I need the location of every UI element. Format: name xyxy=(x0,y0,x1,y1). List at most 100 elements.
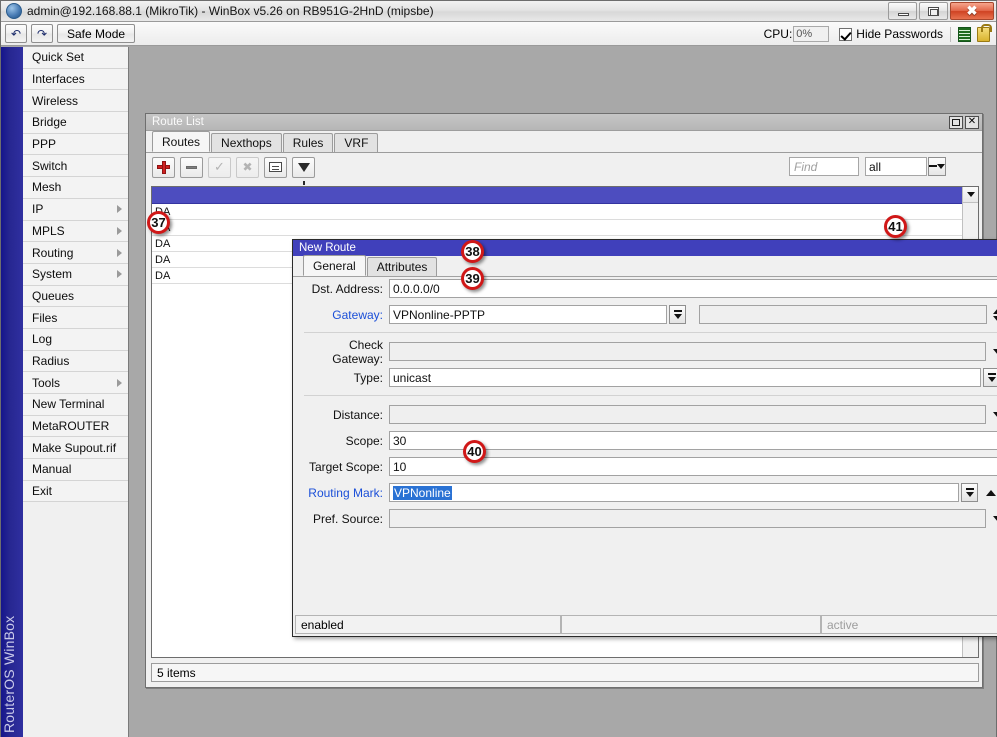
tab-rules[interactable]: Rules xyxy=(282,133,334,152)
label-gateway: Gateway: xyxy=(332,307,383,322)
type-input[interactable]: unicast xyxy=(389,368,981,387)
sidebar-item-ip[interactable]: IP xyxy=(23,198,128,221)
route-list-close-button[interactable]: ✕ xyxy=(965,115,979,129)
form-row: Check Gateway: xyxy=(294,338,997,366)
new-route-title: New Route xyxy=(299,242,356,254)
lock-icon[interactable] xyxy=(977,23,992,42)
sidebar-item-ppp[interactable]: PPP xyxy=(23,133,128,156)
gateway-input[interactable]: VPNonline-PPTP xyxy=(389,305,667,324)
chevron-down-icon[interactable] xyxy=(993,348,997,355)
table-row[interactable]: DA xyxy=(152,204,978,220)
sidebar-item-interfaces[interactable]: Interfaces xyxy=(23,68,128,91)
hide-passwords-checkbox[interactable] xyxy=(839,27,853,41)
annotation-badge-37: 37 xyxy=(147,211,170,234)
undo-button[interactable]: ↶ xyxy=(5,24,27,43)
chevron-down-icon[interactable] xyxy=(993,515,997,522)
sidebar-item-mesh[interactable]: Mesh xyxy=(23,177,128,199)
memory-icon[interactable] xyxy=(958,26,971,42)
annotation-badge-41: 41 xyxy=(884,215,907,238)
route-list-window-controls: ✕ xyxy=(949,115,982,129)
sidebar-item-label: Routing xyxy=(32,245,74,260)
minimize-button[interactable] xyxy=(888,2,917,20)
sidebar-item-label: MetaROUTER xyxy=(32,419,110,434)
filter-button[interactable] xyxy=(292,156,315,185)
add-route-button[interactable] xyxy=(152,156,175,178)
find-input[interactable]: Find xyxy=(789,157,859,176)
tab-label: VRF xyxy=(344,136,369,150)
toolbar-divider xyxy=(950,26,951,42)
comment-route-button[interactable] xyxy=(264,156,287,178)
redo-button[interactable]: ↷ xyxy=(31,24,53,43)
maximize-button[interactable] xyxy=(919,2,948,20)
remove-route-button[interactable] xyxy=(180,156,203,178)
pref-source-input[interactable] xyxy=(389,509,986,528)
chevron-down-icon[interactable] xyxy=(993,411,997,418)
app-logo-icon xyxy=(6,3,22,19)
field-value: 30 xyxy=(393,433,407,448)
new-route-titlebar: New Route ✕ xyxy=(293,240,997,256)
sidebar-item-system[interactable]: System xyxy=(23,263,128,286)
check-gateway-input[interactable] xyxy=(389,342,986,361)
sidebar-item-bridge[interactable]: Bridge xyxy=(23,112,128,134)
gateway-dropdown-button[interactable] xyxy=(669,305,686,324)
distance-input[interactable] xyxy=(389,405,986,424)
table-row[interactable]: DA xyxy=(152,220,978,236)
sidebar-menu: Quick Set Interfaces Wireless Bridge PPP Swit… xyxy=(23,47,128,503)
tab-label: Nexthops xyxy=(221,136,272,150)
remove-icon xyxy=(186,165,197,169)
type-dropdown-button[interactable] xyxy=(983,368,997,387)
sidebar-item-quick-set[interactable]: Quick Set xyxy=(23,47,128,69)
chevron-down-icon xyxy=(937,164,945,169)
sidebar-item-files[interactable]: Files xyxy=(23,307,128,329)
label-type: Type: xyxy=(353,370,383,385)
sidebar-item-new-terminal[interactable]: New Terminal xyxy=(23,394,128,416)
tab-routes[interactable]: Routes xyxy=(152,131,211,152)
field-value: 10 xyxy=(393,459,407,474)
sidebar-item-routing[interactable]: Routing xyxy=(23,242,128,264)
sidebar-item-wireless[interactable]: Wireless xyxy=(23,90,128,113)
sidebar-item-mpls[interactable]: MPLS xyxy=(23,220,128,243)
close-button[interactable]: ✖ xyxy=(950,2,994,20)
sidebar-item-metarouter[interactable]: MetaROUTER xyxy=(23,415,128,438)
annotation-badge-38: 38 xyxy=(461,240,484,263)
tab-label: Routes xyxy=(162,134,201,149)
enable-route-button[interactable]: ✓ xyxy=(208,156,231,178)
chevron-up-icon[interactable] xyxy=(986,489,996,496)
tab-general[interactable]: General xyxy=(303,255,366,276)
route-flags-cell: DA xyxy=(155,269,171,282)
sidebar-item-exit[interactable]: Exit xyxy=(23,480,128,503)
sidebar-item-queues[interactable]: Queues xyxy=(23,285,128,308)
tab-nexthops[interactable]: Nexthops xyxy=(211,133,282,152)
selected-text: VPNonline xyxy=(393,485,452,500)
form-row: Dst. Address: 0.0.0.0/0 xyxy=(294,278,997,299)
chevron-down-icon xyxy=(966,192,975,197)
form-row: Gateway: VPNonline-PPTP xyxy=(294,304,997,325)
sidebar-item-radius[interactable]: Radius xyxy=(23,350,128,373)
label-check-gateway: Check Gateway: xyxy=(332,337,383,366)
filter-select-dropdown-button[interactable] xyxy=(928,157,946,176)
safe-mode-button[interactable]: Safe Mode xyxy=(57,24,136,43)
tab-attributes[interactable]: Attributes xyxy=(366,257,438,276)
sidebar-item-switch[interactable]: Switch xyxy=(23,155,128,178)
tab-label: Rules xyxy=(292,136,324,150)
sidebar-item-label: Tools xyxy=(32,375,61,390)
filter-select-value[interactable]: all xyxy=(865,157,927,176)
field-value: 0.0.0.0/0 xyxy=(393,281,440,296)
sidebar-item-make-supout-rif[interactable]: Make Supout.rif xyxy=(23,437,128,460)
routing-mark-dropdown-button[interactable] xyxy=(961,483,978,502)
gateway-interface-input[interactable] xyxy=(699,305,987,324)
route-list-maximize-button[interactable] xyxy=(949,115,963,129)
gateway-spinner[interactable] xyxy=(993,307,997,322)
disable-route-button[interactable]: ✖ xyxy=(236,156,259,178)
routing-mark-input[interactable]: VPNonline xyxy=(389,483,959,502)
sidebar-item-log[interactable]: Log xyxy=(23,328,128,351)
label-routing-mark: Routing Mark: xyxy=(308,485,383,500)
sidebar-item-manual[interactable]: Manual xyxy=(23,459,128,481)
route-list-item-count: 5 items xyxy=(157,665,196,680)
hide-passwords-label: Hide Passwords xyxy=(856,27,943,41)
sidebar-item-tools[interactable]: Tools xyxy=(23,372,128,394)
close-icon: ✖ xyxy=(966,3,978,18)
scroll-down-button[interactable] xyxy=(963,187,978,203)
tab-vrf[interactable]: VRF xyxy=(334,133,379,152)
main-toolbar: ↶ ↷ Safe Mode CPU: 0% Hide Passwords xyxy=(1,22,996,46)
